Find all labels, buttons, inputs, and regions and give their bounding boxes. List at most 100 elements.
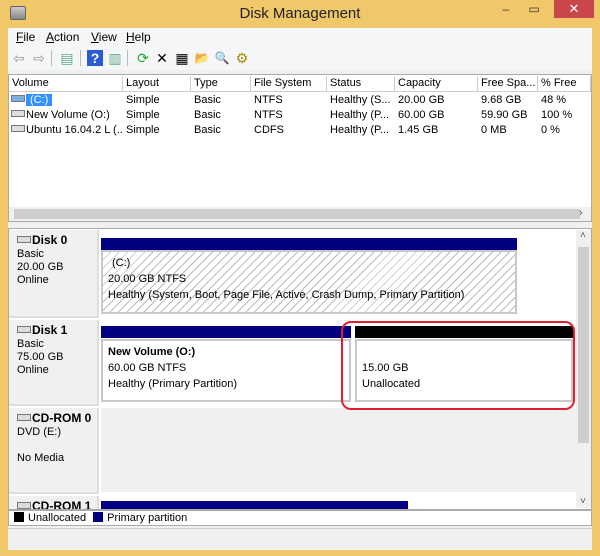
menu-file[interactable]: File <box>16 30 35 44</box>
partition-size: 60.00 GB NTFS <box>108 362 187 374</box>
menu-bar: File Action View Help <box>8 28 592 46</box>
primary-partition-bar <box>101 501 408 509</box>
scroll-down-icon[interactable]: ˅ <box>580 496 586 507</box>
minimize-button[interactable]: ‒ <box>492 0 520 18</box>
menu-view[interactable]: View <box>91 30 117 44</box>
disk-name: CD-ROM 1 <box>32 499 92 510</box>
cdrom-0-empty <box>101 408 577 492</box>
open-icon[interactable]: 📂 <box>194 50 210 66</box>
cell-free-space: 9.68 GB <box>481 94 522 106</box>
primary-partition-bar <box>101 238 517 250</box>
column-header-type[interactable]: Type <box>191 76 251 92</box>
partition-status: Healthy (System, Boot, Page File, Active… <box>108 289 465 301</box>
scroll-up-icon[interactable]: ˄ <box>580 230 586 241</box>
column-header-percent-free[interactable]: % Free <box>538 76 591 92</box>
cell-free-space: 0 MB <box>481 124 507 136</box>
forward-icon[interactable]: ⇨ <box>31 50 47 66</box>
disk-name: Disk 1 <box>32 323 68 337</box>
disk-state: Online <box>17 274 49 286</box>
cell-volume: New Volume (O:) <box>9 108 123 123</box>
column-header-layout[interactable]: Layout <box>123 76 191 92</box>
properties-icon[interactable]: ▦ <box>174 50 190 66</box>
cell-volume: Ubuntu 16.04.2 L (... <box>9 123 123 138</box>
column-header-capacity[interactable]: Capacity <box>395 76 478 92</box>
partition-status: Healthy (Primary Partition) <box>108 378 237 390</box>
cell-volume: (C:) <box>9 93 123 108</box>
cell-file-system: NTFS <box>254 94 283 106</box>
menu-help[interactable]: Help <box>126 30 151 44</box>
toolbar-separator <box>127 50 128 66</box>
column-header-volume[interactable]: Volume <box>9 76 123 92</box>
cdrom-icon <box>17 414 31 421</box>
disk-size: 20.00 GB <box>17 261 64 273</box>
cell-percent-free: 48 % <box>541 94 567 106</box>
cell-capacity: 1.45 GB <box>398 124 439 136</box>
cell-layout: Simple <box>126 109 160 121</box>
cdrom-0-label[interactable]: CD-ROM 0 DVD (E:) No Media <box>9 408 99 494</box>
partition-title: (C:) <box>112 257 131 269</box>
unallocated-highlight-annotation <box>341 321 575 410</box>
help-icon[interactable]: ? <box>87 50 103 66</box>
column-header-status[interactable]: Status <box>327 76 395 92</box>
maximize-button[interactable]: ▭ <box>520 0 548 18</box>
disk-state: No Media <box>17 452 65 464</box>
partition-title: New Volume (O:) <box>108 346 196 358</box>
disk-icon <box>17 236 31 243</box>
partition-new-volume-o[interactable]: New Volume (O:) 60.00 GB NTFS Healthy (P… <box>101 339 351 402</box>
disk-management-app-icon <box>10 6 26 20</box>
disk-icon <box>11 110 25 117</box>
status-bar <box>8 528 592 548</box>
cell-file-system: NTFS <box>254 109 283 121</box>
cell-percent-free: 100 % <box>541 109 573 121</box>
cell-type: Basic <box>194 109 221 121</box>
column-header-file-system[interactable]: File System <box>251 76 327 92</box>
volume-list: Volume Layout Type File System Status Ca… <box>8 74 592 222</box>
unallocated-swatch <box>14 512 24 522</box>
legend-primary-partition: Primary partition <box>107 512 188 524</box>
disk-icon <box>11 95 25 102</box>
cell-status: Healthy (P... <box>330 124 390 136</box>
cell-type: Basic <box>194 94 221 106</box>
disk-type: Basic <box>17 338 44 350</box>
back-icon[interactable]: ⇦ <box>11 50 27 66</box>
partition-size: 20.00 GB NTFS <box>108 273 187 285</box>
disk-state: Online <box>17 364 49 376</box>
explore-icon[interactable]: 🔍 <box>214 50 230 66</box>
refresh-icon[interactable]: ⟳ <box>135 50 151 66</box>
disk-0-label[interactable]: Disk 0 Basic 20.00 GB Online <box>9 230 99 318</box>
horizontal-scroll-thumb[interactable] <box>14 209 580 219</box>
action-pane-icon[interactable]: ▥ <box>107 50 123 66</box>
cell-capacity: 60.00 GB <box>398 109 445 121</box>
cdrom-1-label[interactable]: CD-ROM 1 <box>9 496 99 510</box>
disk-size: 75.00 GB <box>17 351 64 363</box>
primary-partition-bar <box>101 326 351 338</box>
disk-name: Disk 0 <box>32 233 68 247</box>
menu-action[interactable]: Action <box>46 30 79 44</box>
legend-unallocated: Unallocated <box>28 512 87 524</box>
legend: Unallocated Primary partition <box>8 510 592 526</box>
vertical-scroll-thumb[interactable] <box>578 247 589 443</box>
cell-layout: Simple <box>126 124 160 136</box>
primary-partition-swatch <box>93 512 104 522</box>
cell-file-system: CDFS <box>254 124 284 136</box>
scroll-right-icon[interactable]: › <box>579 207 583 219</box>
volume-name: Ubuntu 16.04.2 L (... <box>26 124 123 136</box>
cell-status: Healthy (P... <box>330 109 390 121</box>
column-header-free-space[interactable]: Free Spa... <box>478 76 538 92</box>
show-hide-console-tree-icon[interactable]: ▤ <box>59 50 75 66</box>
disk-icon <box>17 326 31 333</box>
cell-type: Basic <box>194 124 221 136</box>
cell-status: Healthy (S... <box>330 94 391 106</box>
toolbar-separator <box>80 50 81 66</box>
partition-c[interactable]: (C:) 20.00 GB NTFS Healthy (System, Boot… <box>101 250 517 314</box>
disk-type: Basic <box>17 248 44 260</box>
disk-type: DVD (E:) <box>17 426 61 438</box>
delete-icon[interactable]: ✕ <box>154 50 170 66</box>
volume-name: New Volume (O:) <box>26 109 110 121</box>
toolbar: ⇦ ⇨ ▤ ? ▥ ⟳ ✕ ▦ 📂 🔍 ⚙ <box>8 46 592 70</box>
disk-1-label[interactable]: Disk 1 Basic 75.00 GB Online <box>9 320 99 406</box>
toolbar-separator <box>51 50 52 66</box>
close-button[interactable]: ✕ <box>554 0 594 18</box>
settings-icon[interactable]: ⚙ <box>234 50 250 66</box>
cell-layout: Simple <box>126 94 160 106</box>
